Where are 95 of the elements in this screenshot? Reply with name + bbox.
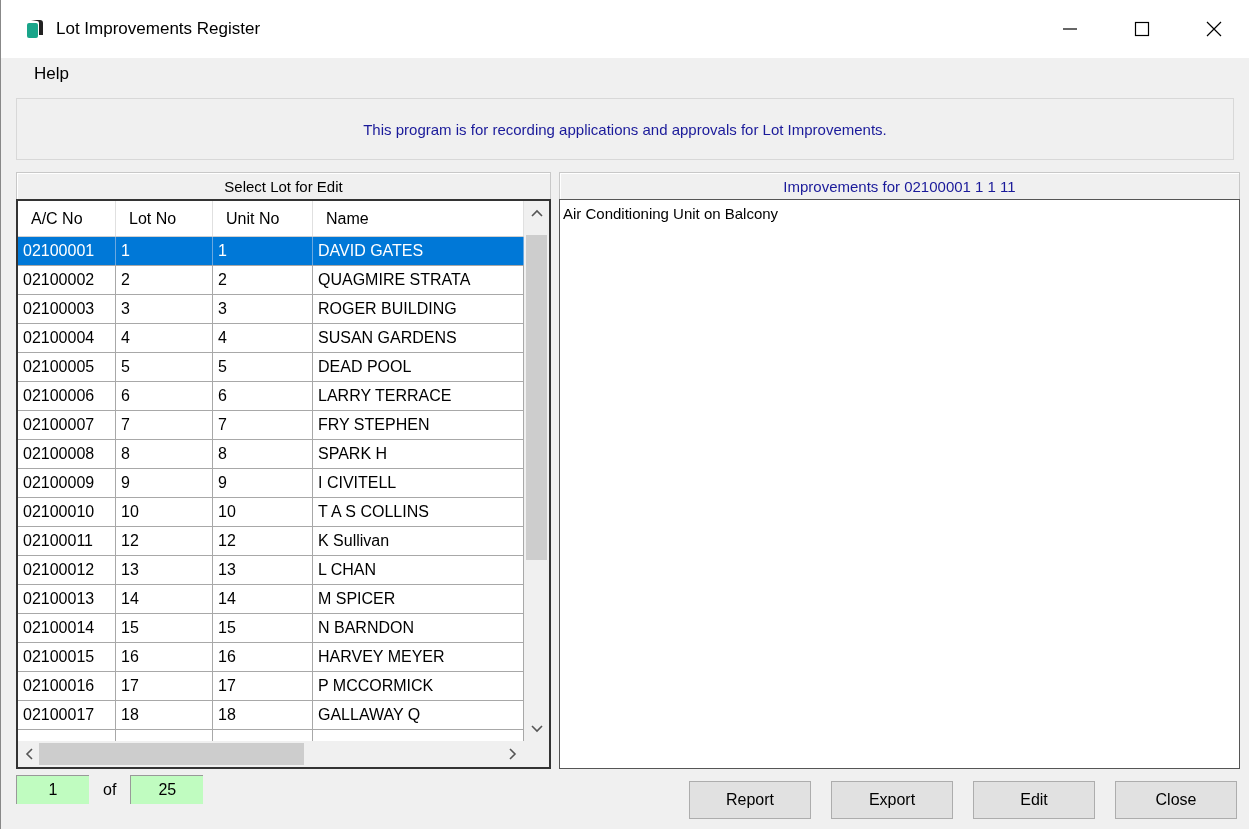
table-row[interactable]: 02100004 4 4 SUSAN GARDENS xyxy=(18,324,524,353)
table-row[interactable]: 02100005 5 5 DEAD POOL xyxy=(18,353,524,382)
table-row[interactable]: 02100016 17 17 P MCCORMICK xyxy=(18,672,524,701)
action-button[interactable]: Report xyxy=(689,781,811,819)
table-cell: 7 xyxy=(116,411,213,439)
menu-item[interactable]: Help xyxy=(34,64,69,84)
table-cell: 02100002 xyxy=(18,266,116,294)
table-cell: 02100005 xyxy=(18,353,116,381)
table-cell: 18 xyxy=(116,701,213,729)
table-cell: 15 xyxy=(116,614,213,642)
table-cell: 16 xyxy=(213,643,313,671)
current-record-field[interactable]: 1 xyxy=(16,775,89,804)
table-cell: 02100009 xyxy=(18,469,116,497)
maximize-icon[interactable] xyxy=(1134,21,1150,37)
table-row[interactable]: 02100012 13 13 L CHAN xyxy=(18,556,524,585)
table-cell: 10 xyxy=(213,498,313,526)
table-cell: 17 xyxy=(116,672,213,700)
table-cell: 02100017 xyxy=(18,701,116,729)
table-cell: 02100011 xyxy=(18,527,116,555)
table-cell: 2 xyxy=(213,266,313,294)
scroll-thumb[interactable] xyxy=(39,743,304,765)
table-row[interactable]: 02100015 16 16 HARVEY MEYER xyxy=(18,643,524,672)
table-row[interactable]: 02100001 1 1 DAVID GATES xyxy=(18,237,524,266)
action-button[interactable]: Edit xyxy=(973,781,1095,819)
scroll-down-icon[interactable] xyxy=(530,725,543,733)
table-cell: 8 xyxy=(213,440,313,468)
table-row[interactable]: 02100002 2 2 QUAGMIRE STRATA xyxy=(18,266,524,295)
window-title: Lot Improvements Register xyxy=(56,19,261,39)
table-row[interactable]: 02100009 9 9 I CIVITELL xyxy=(18,469,524,498)
action-button[interactable]: Export xyxy=(831,781,953,819)
table-cell: 02100012 xyxy=(18,556,116,584)
table-cell: 1 xyxy=(116,237,213,265)
of-label: of xyxy=(103,780,117,799)
panel-title: Improvements for 02100001 1 1 11 xyxy=(783,177,1016,195)
total-records-field: 25 xyxy=(130,775,204,804)
table-cell: 12 xyxy=(116,527,213,555)
table-cell: 4 xyxy=(213,324,313,352)
table-cell: 8 xyxy=(116,440,213,468)
scroll-thumb[interactable] xyxy=(526,235,547,560)
table-cell: 14 xyxy=(213,585,313,613)
column-header[interactable]: A/C No xyxy=(18,201,116,236)
table-row[interactable]: 02100013 14 14 M SPICER xyxy=(18,585,524,614)
table-cell: 15 xyxy=(213,614,313,642)
table-cell: 02100001 xyxy=(18,237,116,265)
column-header[interactable]: Lot No xyxy=(116,201,213,236)
scroll-right-icon[interactable] xyxy=(509,748,517,760)
table-cell: 02100013 xyxy=(18,585,116,613)
close-icon[interactable] xyxy=(1206,21,1222,37)
app-icon xyxy=(26,19,44,39)
table-cell: 02100008 xyxy=(18,440,116,468)
table-cell: 1 xyxy=(213,237,313,265)
table-cell: 02100007 xyxy=(18,411,116,439)
table-cell: 02100016 xyxy=(18,672,116,700)
table-cell: 3 xyxy=(213,295,313,323)
table-cell: 5 xyxy=(116,353,213,381)
info-text: This program is for recording applications and approvals for Lot Improvements. xyxy=(363,120,887,138)
table-cell: 02100015 xyxy=(18,643,116,671)
table-cell: 02100004 xyxy=(18,324,116,352)
table-cell: 13 xyxy=(116,556,213,584)
table-cell: 18 xyxy=(213,701,313,729)
list-item[interactable]: Air Conditioning Unit on Balcony xyxy=(563,205,1236,222)
table-cell: 02100006 xyxy=(18,382,116,410)
scroll-left-icon[interactable] xyxy=(25,748,33,760)
table-cell: 5 xyxy=(213,353,313,381)
table-row[interactable]: 02100008 8 8 SPARK H xyxy=(18,440,524,469)
table-row[interactable]: 02100007 7 7 FRY STEPHEN xyxy=(18,411,524,440)
table-cell: 14 xyxy=(116,585,213,613)
table-row[interactable]: 02100006 6 6 LARRY TERRACE xyxy=(18,382,524,411)
table-cell: 9 xyxy=(116,469,213,497)
table-cell: 16 xyxy=(116,643,213,671)
table-cell: 13 xyxy=(213,556,313,584)
table-cell: 7 xyxy=(213,411,313,439)
table-cell: 02100010 xyxy=(18,498,116,526)
table-cell: 10 xyxy=(116,498,213,526)
table-cell: 4 xyxy=(116,324,213,352)
table-cell: 9 xyxy=(213,469,313,497)
table-cell: 12 xyxy=(213,527,313,555)
vertical-scrollbar[interactable] xyxy=(524,201,549,741)
table-row[interactable]: 02100010 10 10 T A S COLLINS xyxy=(18,498,524,527)
table-cell: 02100003 xyxy=(18,295,116,323)
table-cell: 6 xyxy=(116,382,213,410)
scroll-up-icon[interactable] xyxy=(530,209,543,217)
action-button[interactable]: Close xyxy=(1115,781,1237,819)
table-row[interactable]: 02100017 18 18 GALLAWAY Q xyxy=(18,701,524,730)
table-cell: 6 xyxy=(213,382,313,410)
table-row[interactable]: 02100003 3 3 ROGER BUILDING xyxy=(18,295,524,324)
column-header[interactable]: Unit No xyxy=(213,201,313,236)
table-cell: 02100014 xyxy=(18,614,116,642)
table-cell: 2 xyxy=(116,266,213,294)
table-row[interactable]: 02100014 15 15 N BARNDON xyxy=(18,614,524,643)
table-cell: 17 xyxy=(213,672,313,700)
table-cell: 3 xyxy=(116,295,213,323)
table-row[interactable]: 02100011 12 12 K Sullivan xyxy=(18,527,524,556)
panel-title: Select Lot for Edit xyxy=(224,177,343,195)
horizontal-scrollbar[interactable] xyxy=(18,741,549,767)
